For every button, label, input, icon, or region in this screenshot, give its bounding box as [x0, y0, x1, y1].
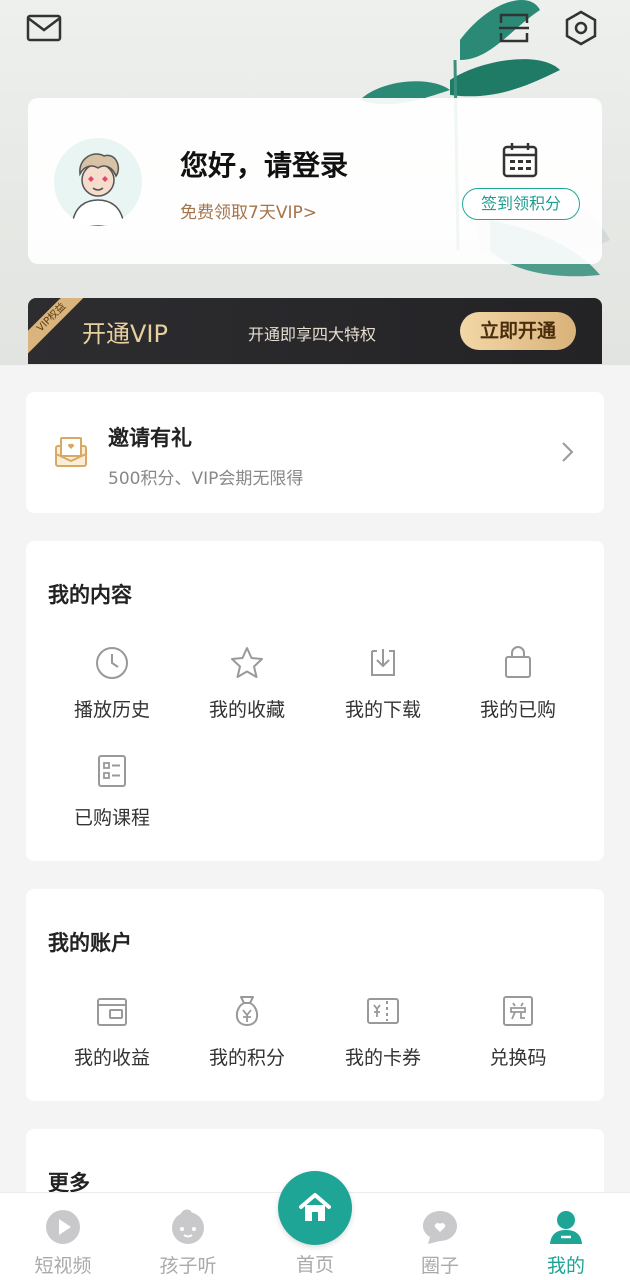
my-content-section: 我的内容 播放历史 我的收藏 我的下载 我的已购 已购课程	[26, 541, 604, 861]
vip-trial-link[interactable]: 免费领取7天VIP>	[180, 198, 317, 223]
settings-button[interactable]	[561, 8, 601, 48]
settings-icon	[565, 10, 597, 46]
avatar[interactable]	[54, 138, 142, 226]
nav-label: 我的	[546, 1255, 585, 1277]
nav-label: 圈子	[420, 1255, 459, 1277]
invite-title: 邀请有礼	[108, 426, 192, 450]
clock-icon	[96, 647, 128, 679]
mail-icon	[26, 14, 62, 42]
play-history-item[interactable]: 播放历史	[44, 643, 180, 723]
mail-button[interactable]	[24, 8, 64, 48]
invite-card[interactable]: 邀请有礼 500积分、VIP会期无限得	[26, 392, 604, 513]
scan-icon	[499, 13, 529, 43]
user-icon	[550, 1211, 582, 1244]
nav-item-short-video[interactable]: 短视频	[3, 1207, 123, 1278]
redeem-icon	[503, 996, 533, 1026]
vip-title: 开通VIP	[82, 320, 168, 348]
chevron-right-icon	[562, 442, 574, 462]
my-account-title: 我的账户	[48, 931, 132, 955]
checkin-button[interactable]: 签到领积分	[462, 188, 580, 220]
course-list-icon	[98, 755, 126, 787]
nav-item-kids[interactable]: 孩子听	[128, 1207, 248, 1278]
redeem-code-item[interactable]: 兑换码	[450, 991, 586, 1071]
login-greeting[interactable]: 您好，请登录	[180, 144, 348, 184]
chat-bubble-icon	[423, 1211, 457, 1244]
item-label: 我的卡券	[344, 1047, 421, 1069]
nav-item-mine[interactable]: 我的	[506, 1207, 626, 1278]
play-icon	[46, 1210, 80, 1244]
avatar-illustration	[54, 138, 142, 226]
coupon-icon	[367, 998, 399, 1024]
earnings-item[interactable]: 我的收益	[44, 991, 180, 1071]
nav-label-home[interactable]: 首页	[255, 1250, 375, 1277]
points-item[interactable]: 我的积分	[179, 991, 315, 1071]
star-icon	[231, 647, 263, 678]
nav-item-home[interactable]	[278, 1171, 352, 1245]
download-icon	[371, 649, 395, 676]
item-label: 我的收藏	[208, 699, 285, 721]
item-label: 兑换码	[489, 1047, 547, 1069]
downloads-item[interactable]: 我的下载	[315, 643, 451, 723]
my-account-section: 我的账户 我的收益 我的积分 我的卡券 兑换码	[26, 889, 604, 1101]
nav-item-circle[interactable]: 圈子	[380, 1207, 500, 1278]
purchased-courses-item[interactable]: 已购课程	[44, 751, 180, 831]
favorites-item[interactable]: 我的收藏	[179, 643, 315, 723]
item-label: 我的下载	[344, 699, 421, 721]
login-card[interactable]: 您好，请登录 免费领取7天VIP> 签到领积分	[28, 98, 602, 264]
item-label: 已购课程	[73, 807, 150, 829]
baby-icon	[172, 1209, 204, 1244]
money-bag-icon	[235, 996, 259, 1027]
item-label: 我的已购	[479, 699, 556, 721]
calendar-icon	[502, 143, 538, 178]
home-icon	[299, 1193, 331, 1221]
wallet-icon	[97, 998, 127, 1026]
open-vip-button[interactable]: 立即开通	[460, 312, 576, 350]
vip-subtitle: 开通即享四大特权	[248, 325, 377, 344]
bag-icon	[505, 646, 531, 678]
scan-button[interactable]	[494, 8, 534, 48]
nav-label: 孩子听	[159, 1255, 217, 1277]
item-label: 我的收益	[73, 1047, 150, 1069]
invite-subtitle: 500积分、VIP会期无限得	[108, 469, 304, 489]
coupons-item[interactable]: 我的卡券	[315, 991, 451, 1071]
vip-banner[interactable]: VIP权益 开通VIP 开通即享四大特权 立即开通	[28, 298, 602, 364]
nav-label: 短视频	[34, 1255, 92, 1277]
invite-envelope-icon	[55, 437, 87, 467]
item-label: 我的积分	[208, 1047, 285, 1069]
item-label: 播放历史	[73, 699, 150, 721]
purchased-item[interactable]: 我的已购	[450, 643, 586, 723]
my-content-title: 我的内容	[48, 583, 132, 607]
